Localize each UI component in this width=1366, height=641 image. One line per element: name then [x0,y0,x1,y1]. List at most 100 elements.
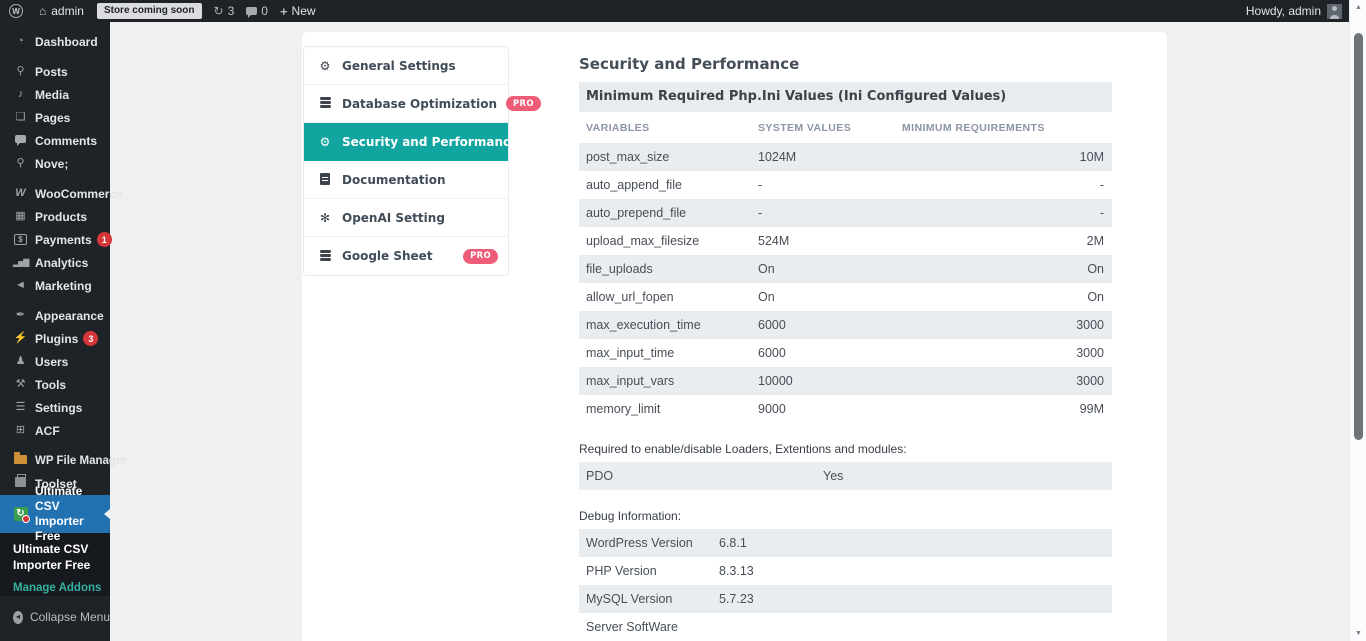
cell-system-value: - [758,178,902,192]
ini-row: allow_url_fopen On On [579,283,1112,311]
cell-debug-name: Server SoftWare [579,620,719,634]
tab-security-and-performance[interactable]: ⚙ Security and Performance [304,123,508,161]
cell-variable: upload_max_filesize [579,234,758,248]
comments-indicator[interactable]: 0 [246,4,268,18]
admin-bar: W ⌂ admin Store coming soon ↻ 3 0 + New … [0,0,1349,22]
tab-openai-setting[interactable]: ✻ OpenAI Setting [304,199,508,237]
ini-row: max_execution_time 6000 3000 [579,311,1112,339]
page-title: Security and Performance [579,55,1112,73]
openai-flower-icon: ✻ [317,212,333,224]
cell-debug-name: MySQL Version [579,592,719,606]
sidebar-item-nove[interactable]: ⚲ Nove; [0,152,110,175]
sidebar-item-dashboard[interactable]: ◔ Dashboard [0,30,110,53]
pro-badge: PRO [463,249,498,264]
sheets-stack-icon [317,250,333,263]
cell-variable: auto_prepend_file [579,206,758,220]
sidebar-item-ultimate-csv-importer[interactable]: ↻ Ultimate CSV Importer Free [0,495,110,533]
sidebar-item-media[interactable]: ♪ Media [0,83,110,106]
sidebar-item-analytics[interactable]: ▂▅▇ Analytics [0,251,110,274]
pushpin-icon: ⚲ [13,158,28,169]
gear-outline-icon: ⚙ [317,136,333,148]
main-area: ⚙ General Settings Database Optimization… [110,22,1349,641]
bar-chart-icon: ▂▅▇ [13,259,28,267]
submenu-item-manage-addons[interactable]: Manage Addons [13,582,110,594]
cell-system-value: 10000 [758,374,902,388]
page-scrollbar[interactable]: ▲ ▼ [1349,0,1366,641]
user-avatar [1327,4,1342,19]
sidebar-item-settings[interactable]: ☰ Settings [0,396,110,419]
update-icon: ↻ [214,5,224,17]
cell-system-value: 6000 [758,346,902,360]
coming-soon-badge: Store coming soon [97,3,202,19]
sidebar-item-payments[interactable]: $ Payments 1 [0,228,110,251]
cell-system-value: 524M [758,234,902,248]
scroll-down-button[interactable]: ▼ [1350,626,1366,641]
sidebar-item-products[interactable]: ▦ Products [0,205,110,228]
cell-variable: memory_limit [579,402,758,416]
woocommerce-icon: W [13,188,28,199]
cell-system-value: On [758,290,902,304]
cell-variable: max_execution_time [579,318,758,332]
new-content-menu[interactable]: + New [280,4,316,18]
site-home-link[interactable]: ⌂ admin [39,4,84,18]
ini-row: max_input_vars 10000 3000 [579,367,1112,395]
tab-general-settings[interactable]: ⚙ General Settings [304,47,508,85]
cell-minimum: - [902,178,1112,192]
ini-row: file_uploads On On [579,255,1112,283]
sidebar-item-marketing[interactable]: ◄ Marketing [0,274,110,297]
products-box-icon: ▦ [13,211,28,222]
dashboard-icon: ◔ [13,36,28,47]
tab-documentation[interactable]: Documentation [304,161,508,199]
cell-variable: max_input_time [579,346,758,360]
pro-badge: PRO [506,96,541,111]
home-icon: ⌂ [39,5,46,17]
sidebar-item-acf[interactable]: ⊞ ACF [0,419,110,442]
pushpin-icon: ⚲ [13,66,28,77]
sidebar-item-pages[interactable]: ❏ Pages [0,106,110,129]
sidebar: ◔ Dashboard ⚲ Posts ♪ Media ❏ Pages Comm… [0,22,110,641]
site-name: admin [51,4,84,18]
sidebar-item-plugins[interactable]: ⚡ Plugins 3 [0,327,110,350]
ini-section-header: Minimum Required Php.Ini Values (Ini Con… [579,82,1112,112]
sliders-icon: ☰ [13,402,28,413]
wordpress-logo-icon[interactable]: W [9,4,23,18]
sidebar-item-appearance[interactable]: ✒ Appearance [0,304,110,327]
sidebar-item-tools[interactable]: ⚒ Tools [0,373,110,396]
submenu-item-ultimate-csv-importer-free[interactable]: Ultimate CSV Importer Free [13,542,105,573]
briefcase-icon [13,477,28,490]
tab-google-sheet[interactable]: Google Sheet PRO [304,237,508,275]
tab-database-optimization[interactable]: Database Optimization PRO [304,85,508,123]
cell-minimum: 10M [902,150,1112,164]
scrollbar-thumb[interactable] [1354,33,1363,440]
cell-debug-name: WordPress Version [579,536,719,550]
screen: W ⌂ admin Store coming soon ↻ 3 0 + New … [0,0,1366,641]
cell-system-value: 1024M [758,150,902,164]
csv-importer-icon: ↻ [13,507,28,521]
sidebar-item-users[interactable]: ♟ Users [0,350,110,373]
debug-row: Server SoftWare [579,613,1112,641]
cell-minimum: 3000 [902,346,1112,360]
sidebar-item-woocommerce[interactable]: W WooCommerce [0,182,110,205]
plugin-icon: ⚡ [13,333,28,344]
scroll-up-button[interactable]: ▲ [1350,0,1366,15]
cell-minimum: On [902,290,1112,304]
settings-card: ⚙ General Settings Database Optimization… [302,32,1167,641]
ini-row: auto_prepend_file - - [579,199,1112,227]
updates-indicator[interactable]: ↻ 3 [214,4,235,18]
loaders-row: PDO Yes [579,462,1112,490]
account-menu[interactable]: Howdy, admin [1246,4,1342,19]
sidebar-item-wp-file-manager[interactable]: WP File Manager [0,449,110,472]
collapse-menu-button[interactable]: ◂ Collapse Menu [0,610,110,624]
loaders-section-label: Required to enable/disable Loaders, Exte… [579,442,1112,456]
howdy-text: Howdy, admin [1246,4,1321,18]
sidebar-item-posts[interactable]: ⚲ Posts [0,60,110,83]
plugins-count-badge: 3 [83,331,98,346]
sidebar-item-comments[interactable]: Comments [0,129,110,152]
debug-row: WordPress Version 6.8.1 [579,529,1112,557]
brush-icon: ✒ [13,310,28,321]
pages-icon: ❏ [13,112,28,123]
media-icon: ♪ [13,89,28,100]
grid-icon: ⊞ [13,425,28,436]
cell-variable: post_max_size [579,150,758,164]
cell-system-value: - [758,206,902,220]
